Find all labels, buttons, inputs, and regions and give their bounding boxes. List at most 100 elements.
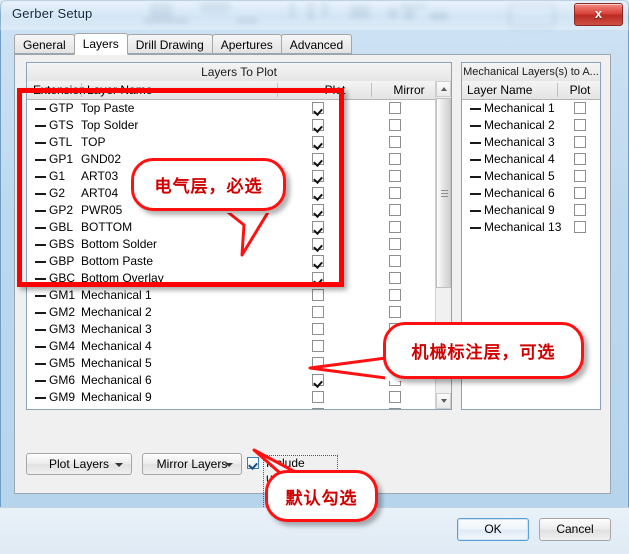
cancel-button[interactable]: Cancel: [539, 518, 611, 541]
mirror-layers-button[interactable]: Mirror Layers: [142, 453, 242, 475]
column-header-mech-plot[interactable]: Plot: [562, 81, 598, 99]
layer-color-swatch-icon: [470, 159, 481, 161]
tab-apertures[interactable]: Apertures: [211, 34, 282, 54]
mechanical-plot-checkbox[interactable]: [574, 136, 586, 148]
mechanical-plot-checkbox[interactable]: [574, 119, 586, 131]
chevron-down-icon: [225, 463, 233, 467]
table-row[interactable]: Mechanical 4: [462, 151, 600, 168]
table-row[interactable]: GM1 Mechanical 13: [27, 406, 451, 409]
mechanical-plot-checkbox[interactable]: [574, 170, 586, 182]
header-separator: [371, 83, 372, 97]
desktop-bleed-shape: [236, 18, 258, 24]
annotation-callout-mechanical: 机械标注层，可选: [383, 322, 584, 379]
mirror-checkbox[interactable]: [389, 408, 401, 409]
mirror-checkbox[interactable]: [389, 289, 401, 301]
scroll-up-arrow-icon[interactable]: [436, 81, 451, 97]
mirror-checkbox[interactable]: [389, 391, 401, 403]
header-separator: [557, 83, 558, 97]
layer-extension: GM9: [49, 390, 76, 404]
mirror-checkbox[interactable]: [389, 136, 401, 148]
mirror-checkbox[interactable]: [389, 238, 401, 250]
table-row[interactable]: GM9 Mechanical 9: [27, 389, 451, 406]
annotation-tail-electrical: [218, 205, 288, 265]
table-row[interactable]: Mechanical 9: [462, 202, 600, 219]
gerber-setup-window: Gerber Setup x General Layers Drill Draw…: [0, 0, 629, 554]
column-header-mech-layer-name[interactable]: Layer Name: [467, 81, 532, 99]
mirror-checkbox[interactable]: [389, 187, 401, 199]
mechanical-layer-name: Mechanical 5: [484, 169, 555, 183]
desktop-bleed-shape: [430, 12, 448, 20]
mirror-checkbox[interactable]: [389, 119, 401, 131]
layer-name: Mechanical 3: [81, 322, 152, 336]
tab-strip: General Layers Drill Drawing Apertures A…: [14, 33, 353, 55]
plot-layers-label: Plot Layers: [48, 457, 110, 471]
table-row[interactable]: Mechanical 13: [462, 219, 600, 236]
plot-checkbox[interactable]: [312, 391, 324, 403]
close-button[interactable]: x: [574, 3, 623, 26]
tab-drill-drawing[interactable]: Drill Drawing: [126, 34, 213, 54]
layer-color-swatch-icon: [470, 125, 481, 127]
mechanical-layer-name: Mechanical 4: [484, 152, 555, 166]
plot-checkbox[interactable]: [312, 323, 324, 335]
layer-color-swatch-icon: [35, 363, 46, 365]
table-row[interactable]: Mechanical 2: [462, 117, 600, 134]
table-row[interactable]: Mechanical 5: [462, 168, 600, 185]
title-bar: Gerber Setup x: [0, 0, 629, 30]
chevron-down-icon: [115, 463, 123, 467]
plot-layers-button[interactable]: Plot Layers: [26, 453, 132, 475]
layer-extension: GM1: [49, 288, 76, 302]
layer-extension: GM5: [49, 356, 76, 370]
desktop-bleed-shape: [200, 0, 230, 12]
mirror-checkbox[interactable]: [389, 102, 401, 114]
plot-checkbox[interactable]: [312, 289, 324, 301]
mechanical-layers-header: Layer Name Plot: [462, 81, 600, 100]
desktop-bleed-shape: [350, 4, 370, 18]
mirror-checkbox[interactable]: [389, 170, 401, 182]
layer-extension: GM2: [49, 305, 76, 319]
mechanical-plot-checkbox[interactable]: [574, 187, 586, 199]
layer-color-swatch-icon: [35, 295, 46, 297]
mechanical-layer-name: Mechanical 2: [484, 118, 555, 132]
table-row[interactable]: GM1 Mechanical 1: [27, 287, 451, 304]
mechanical-plot-checkbox[interactable]: [574, 102, 586, 114]
mirror-checkbox[interactable]: [389, 306, 401, 318]
scrollbar-grip-icon: [441, 190, 448, 197]
plot-checkbox[interactable]: [312, 306, 324, 318]
layer-name: Mechanical 2: [81, 305, 152, 319]
layer-name: Mechanical 5: [81, 356, 152, 370]
scroll-down-arrow-icon[interactable]: [436, 393, 451, 409]
mirror-checkbox[interactable]: [389, 204, 401, 216]
mechanical-plot-checkbox[interactable]: [574, 204, 586, 216]
layer-extension: GM3: [49, 322, 76, 336]
mechanical-plot-checkbox[interactable]: [574, 153, 586, 165]
layer-color-swatch-icon: [470, 142, 481, 144]
layer-color-swatch-icon: [470, 108, 481, 110]
table-row[interactable]: Mechanical 3: [462, 134, 600, 151]
mirror-checkbox[interactable]: [389, 153, 401, 165]
column-header-mirror[interactable]: Mirror: [379, 81, 439, 99]
tab-advanced[interactable]: Advanced: [280, 34, 353, 54]
mirror-checkbox[interactable]: [389, 272, 401, 284]
desktop-bleed-shape: [508, 2, 556, 28]
mirror-checkbox[interactable]: [389, 255, 401, 267]
tab-layers[interactable]: Layers: [73, 33, 128, 55]
layers-to-plot-title: Layers To Plot: [27, 63, 451, 82]
mirror-checkbox[interactable]: [389, 221, 401, 233]
mechanical-layer-name: Mechanical 13: [484, 220, 562, 234]
ok-button[interactable]: OK: [457, 518, 529, 541]
mechanical-plot-checkbox[interactable]: [574, 221, 586, 233]
window-title: Gerber Setup: [12, 6, 93, 21]
table-row[interactable]: GM2 Mechanical 2: [27, 304, 451, 321]
desktop-bleed-shape: [290, 0, 295, 18]
table-row[interactable]: Mechanical 1: [462, 100, 600, 117]
plot-checkbox[interactable]: [312, 408, 324, 409]
layer-name: Mechanical 13: [81, 407, 158, 409]
mechanical-layer-name: Mechanical 9: [484, 203, 555, 217]
tab-general[interactable]: General: [14, 34, 75, 54]
layer-color-swatch-icon: [35, 346, 46, 348]
annotation-callout-default-checked: 默认勾选: [265, 470, 378, 522]
layer-name: Mechanical 4: [81, 339, 152, 353]
scrollbar-thumb[interactable]: [436, 98, 451, 288]
table-row[interactable]: Mechanical 6: [462, 185, 600, 202]
layer-color-swatch-icon: [35, 380, 46, 382]
